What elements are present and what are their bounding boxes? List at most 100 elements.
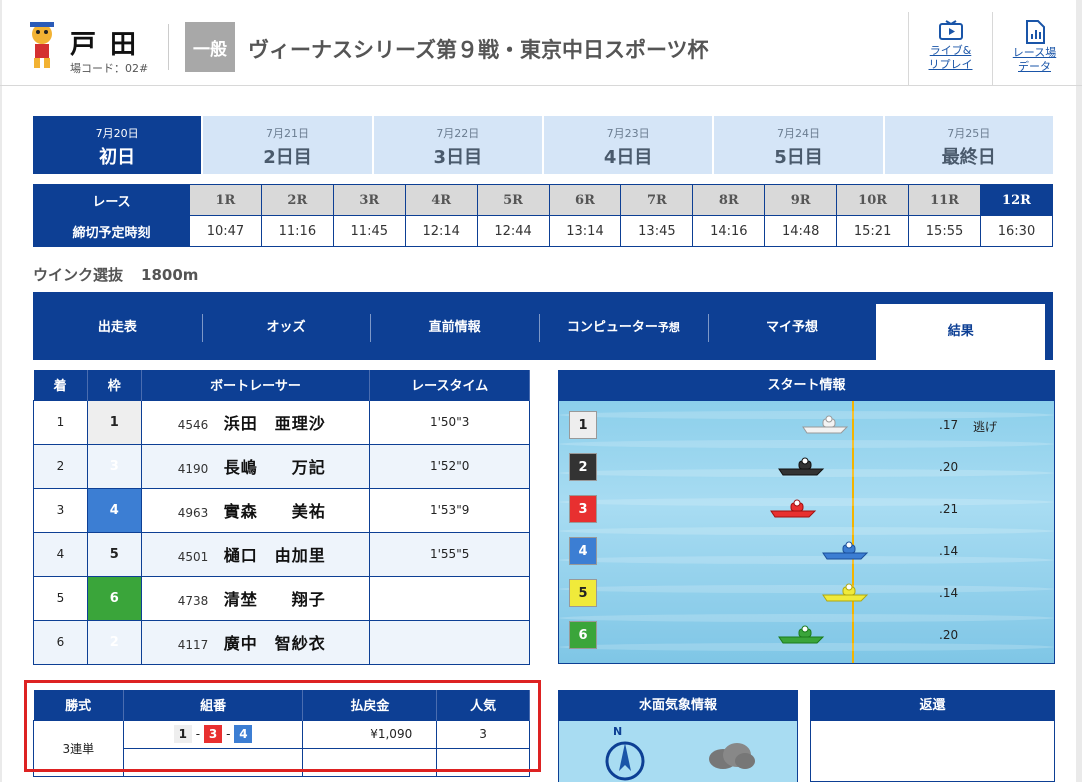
result-row: 2 3 4190 長嶋 万記 1'52"0 <box>33 443 530 489</box>
page-left-edge <box>0 0 2 782</box>
race-schedule-table: レース 1R 2R 3R 4R 5R 6R 7R 8R 9R 10R 11R 12R 締切予定時刻 1… <box>33 184 1054 247</box>
race-time: 1'52"0 <box>369 443 530 489</box>
live-replay-button[interactable]: ライブ& リプレイ <box>908 12 992 86</box>
race-deadline-5: 12:44 <box>476 215 550 247</box>
race-tab-3[interactable]: 3R <box>332 184 406 216</box>
weather-panel: 水面気象情報 N <box>558 690 798 782</box>
day-tab-1[interactable]: 7月20日初日 <box>33 116 202 174</box>
race-deadline-11: 15:55 <box>908 215 981 247</box>
race-deadline-6: 13:14 <box>548 215 622 247</box>
waku-number: 1 <box>86 399 142 445</box>
race-tab-5[interactable]: 5R <box>476 184 550 216</box>
day-date: 7月20日 <box>95 127 139 140</box>
racer-name[interactable]: 廣中 智紗衣 <box>224 634 326 653</box>
race-tab-9[interactable]: 9R <box>764 184 838 216</box>
start-timing: .20 <box>939 460 959 474</box>
cloud-icon <box>709 743 755 769</box>
water-surface: 1.17 逃げ 2.20 3.21 4.14 5.14 6.20 <box>559 401 1054 663</box>
venue-header: 戸田 場コード：02# 一般 ヴィーナスシリーズ第９戦・東京中日スポーツ杯 ライ… <box>0 0 1082 86</box>
winning-technique: 逃げ <box>973 420 998 434</box>
day-tabs: 7月20日 初日 7月21日 2日目 7月22日 3日目 7月23日 4日目 7月24日 5日目 7… <box>33 116 1053 174</box>
race-tab-7[interactable]: 7R <box>620 184 694 216</box>
result-row: 1 1 4546 浜田 亜理沙 1'50"3 <box>33 399 530 445</box>
race-header: レース <box>33 184 190 216</box>
col-racer: ボートレーサー <box>141 370 371 400</box>
venue-data-label-2: データ <box>1018 60 1051 73</box>
tab-computer-prediction[interactable]: コンピューター 予想 <box>539 304 708 352</box>
racer-id: 4501 <box>177 550 209 564</box>
section-tab-label: 結果 <box>947 324 974 339</box>
boat-icon <box>778 625 825 644</box>
start-row: 2.20 <box>569 453 1039 483</box>
water-wave <box>559 527 1054 535</box>
day-label: 初日 <box>99 147 136 168</box>
race-deadline-1: 10:47 <box>189 215 262 247</box>
race-tab-10[interactable]: 10R <box>836 184 910 216</box>
race-time: 1'53"9 <box>369 487 530 533</box>
race-tab-1[interactable]: 1R <box>189 184 262 216</box>
weather-title: 水面気象情報 <box>559 691 797 721</box>
start-lane: 3 <box>569 495 597 523</box>
header-divider <box>168 24 169 70</box>
tab-entry-list[interactable]: 出走表 <box>33 304 202 352</box>
result-table: 着 枠 ボートレーサー レースタイム 1 1 4546 浜田 亜理沙 1'50"3 2 3 4… <box>33 370 530 665</box>
start-lane: 4 <box>569 537 597 565</box>
waku-number: 2 <box>86 619 142 665</box>
day-tab-4[interactable]: 7月23日 4日目 <box>541 116 713 174</box>
col-time: レースタイム <box>369 370 530 400</box>
race-time <box>369 575 530 621</box>
start-info-panel: スタート情報 1.17 逃げ 2.20 3.21 4.14 5.14 6.20 <box>558 370 1055 664</box>
series-title: ヴィーナスシリーズ第９戦・東京中日スポーツ杯 <box>248 38 709 62</box>
day-tab-2[interactable]: 7月21日 2日目 <box>201 116 372 174</box>
racer-name[interactable]: 清埜 翔子 <box>224 590 326 609</box>
race-tab-12[interactable]: 12R <box>979 184 1054 216</box>
tab-odds[interactable]: オッズ <box>201 304 371 352</box>
race-deadline-3: 11:45 <box>332 215 406 247</box>
race-tab-6[interactable]: 6R <box>548 184 622 216</box>
race-deadline-8: 14:16 <box>692 215 766 247</box>
live-replay-label-1: ライブ& <box>929 44 972 57</box>
section-tab-label: オッズ <box>266 320 306 335</box>
start-row: 5.14 <box>569 579 1039 609</box>
page-scrollbar[interactable] <box>1076 0 1082 782</box>
race-tab-2[interactable]: 2R <box>260 184 334 216</box>
race-tab-11[interactable]: 11R <box>908 184 981 216</box>
race-tab-8[interactable]: 8R <box>692 184 766 216</box>
result-row: 4 5 4501 樋口 由加里 1'55"5 <box>33 531 530 577</box>
race-deadline-12: 16:30 <box>979 215 1054 247</box>
day-tab-6[interactable]: 7月25日 最終日 <box>882 116 1053 174</box>
waku-number: 6 <box>86 575 142 621</box>
waku-number: 5 <box>86 531 142 577</box>
racer-id: 4190 <box>177 462 209 476</box>
day-date: 7月25日 <box>947 127 991 140</box>
result-place: 5 <box>33 575 88 621</box>
racer-name[interactable]: 長嶋 万記 <box>224 458 326 477</box>
race-time <box>369 619 530 665</box>
venue-name: 戸田 <box>70 30 151 60</box>
racer-name[interactable]: 實森 美祐 <box>224 502 326 521</box>
venue-data-button[interactable]: レース場 データ <box>992 12 1076 86</box>
racer-name[interactable]: 浜田 亜理沙 <box>224 414 326 433</box>
boat-icon <box>778 457 825 476</box>
day-tab-3[interactable]: 7月22日 3日目 <box>371 116 542 174</box>
tab-my-prediction[interactable]: マイ予想 <box>707 304 877 352</box>
section-tab-label: マイ予想 <box>766 320 819 335</box>
grade-badge: 一般 <box>185 22 235 72</box>
document-chart-icon <box>1025 20 1045 44</box>
payout-highlight-box <box>24 680 541 772</box>
day-tab-5[interactable]: 7月24日 5日目 <box>712 116 883 174</box>
waku-number: 3 <box>86 443 142 489</box>
start-timing: .21 <box>939 502 959 516</box>
start-timing: .14 <box>939 544 959 558</box>
tab-results[interactable]: 結果 <box>876 304 1046 360</box>
section-tabs: 出走表 オッズ 直前情報 コンピューター 予想 マイ予想 結果 <box>33 292 1053 360</box>
racer-name[interactable]: 樋口 由加里 <box>224 546 326 565</box>
racer-cell: 4117 廣中 智紗衣 <box>140 619 371 665</box>
venue-data-label-1: レース場 <box>1012 46 1057 59</box>
waku-number: 4 <box>86 487 142 533</box>
start-lane: 2 <box>569 453 597 481</box>
race-tab-4[interactable]: 4R <box>404 184 478 216</box>
start-row: 1 .17 逃げ <box>569 411 1039 441</box>
racer-id: 4963 <box>177 506 209 520</box>
tab-pre-race-info[interactable]: 直前情報 <box>370 304 539 352</box>
